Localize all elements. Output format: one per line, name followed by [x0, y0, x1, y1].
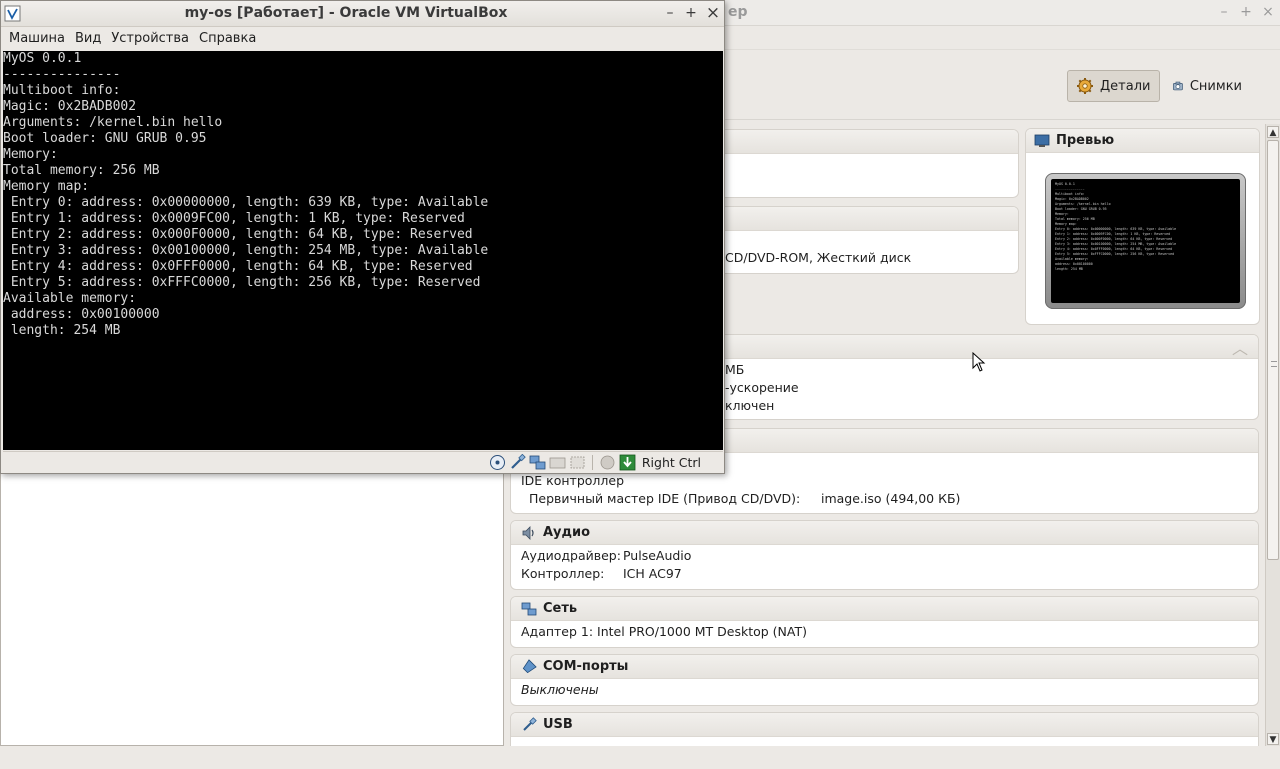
details-button-label: Детали: [1100, 78, 1151, 94]
audio-controller-value: ICH AC97: [622, 566, 682, 581]
console-line: MyOS 0.0.1: [3, 51, 82, 66]
console-line: address: 0x00100000: [3, 307, 160, 322]
console-line: Entry 5: address: 0xFFFC0000, length: 25…: [3, 275, 481, 290]
serial-ports-value: Выключены: [521, 682, 599, 697]
audio-driver-value: PulseAudio: [622, 548, 692, 563]
menu-machine[interactable]: Машина: [9, 31, 65, 46]
gear-icon: [1077, 78, 1093, 94]
serial-port-icon: [522, 658, 537, 673]
manager-close-button[interactable]: ×: [1259, 3, 1277, 21]
network-icon: [521, 602, 537, 615]
console-line: Memory map:: [3, 179, 90, 194]
collapse-icon[interactable]: ︿: [1232, 335, 1248, 359]
vm-console-display[interactable]: MyOS 0.0.1 --------------- Multiboot info:…: [3, 51, 723, 450]
display-remote: ключен: [725, 398, 775, 413]
manager-minimize-button[interactable]: –: [1215, 3, 1233, 21]
section-usb-header[interactable]: USB: [511, 713, 1258, 737]
console-line: Boot loader: GNU GRUB 0.95: [3, 131, 207, 146]
console-line: Multiboot info:: [3, 83, 121, 98]
section-serial-ports: COM-порты Выключены: [510, 654, 1259, 706]
console-line: ---------------: [3, 67, 121, 82]
section-network-title: Сеть: [543, 601, 578, 616]
menu-help[interactable]: Справка: [199, 31, 256, 46]
section-usb-title: USB: [543, 717, 573, 732]
vm-close-button[interactable]: ×: [704, 4, 722, 22]
usb-status-icon[interactable]: [509, 453, 526, 471]
vm-window: my-os [Работает] - Oracle VM VirtualBox …: [0, 0, 725, 474]
console-line: Entry 3: address: 0x00100000, length: 25…: [3, 243, 489, 258]
vm-window-title: my-os [Работает] - Oracle VM VirtualBox: [184, 5, 508, 21]
camera-icon: [1172, 81, 1183, 91]
details-button[interactable]: Детали: [1067, 70, 1160, 102]
scroll-up-arrow[interactable]: ▲: [1267, 126, 1279, 138]
preview-thumbnail: MyOS 0.0.1 --------------- Multiboot info:…: [1045, 173, 1246, 309]
scroll-grip: [1271, 361, 1277, 367]
preview-title: Превью: [1056, 133, 1115, 148]
console-line: Entry 0: address: 0x00000000, length: 63…: [3, 195, 489, 210]
console-line: Memory:: [3, 147, 58, 162]
display-video-memory: МБ: [725, 362, 745, 377]
speaker-icon: [522, 525, 534, 540]
manager-maximize-button[interactable]: +: [1237, 3, 1255, 21]
display-acceleration: -ускорение: [725, 380, 799, 395]
console-line: Available memory:: [3, 291, 137, 306]
monitor-icon: [1034, 134, 1050, 147]
vm-titlebar[interactable]: my-os [Работает] - Oracle VM VirtualBox …: [1, 1, 724, 27]
console-line: Entry 1: address: 0x0009FC00, length: 1 …: [3, 211, 465, 226]
audio-driver-key: Аудиодрайвер:: [521, 548, 621, 563]
network-adapter-1: Адаптер 1: Intel PRO/1000 MT Desktop (NA…: [521, 624, 807, 639]
snapshots-button[interactable]: Снимки: [1164, 70, 1250, 102]
vm-minimize-button[interactable]: –: [661, 4, 679, 22]
mouse-integration-icon[interactable]: [599, 454, 616, 471]
console-line: length: 254 MB: [3, 323, 121, 338]
preview-console-line: length: 254 MB: [1055, 267, 1083, 271]
snapshots-button-label: Снимки: [1189, 78, 1242, 94]
storage-device-value: image.iso (494,00 КБ): [820, 491, 961, 506]
details-scrollbar[interactable]: ▲ ▼: [1265, 124, 1280, 747]
optical-drive-icon[interactable]: [489, 454, 506, 471]
console-line: Total memory: 256 MB: [3, 163, 160, 178]
preview-header[interactable]: Превью: [1026, 129, 1259, 153]
system-boot-order: CD/DVD-ROM, Жесткий диск: [725, 250, 912, 265]
storage-device-key: Первичный мастер IDE (Привод CD/DVD):: [529, 491, 801, 506]
section-audio-header[interactable]: Аудио: [511, 521, 1258, 545]
preview-console: MyOS 0.0.1 --------------- Multiboot info:…: [1051, 179, 1240, 303]
vm-maximize-button[interactable]: +: [682, 4, 700, 22]
menu-view[interactable]: Вид: [75, 31, 101, 46]
vm-statusbar: Right Ctrl: [3, 451, 723, 472]
network-status-icon[interactable]: [529, 454, 546, 471]
mouse-cursor-icon: [972, 352, 986, 372]
shared-folder-icon[interactable]: [549, 454, 566, 471]
usb-icon: [523, 716, 537, 731]
section-usb: USB: [510, 712, 1259, 746]
host-key-label: Right Ctrl: [641, 454, 701, 470]
audio-controller-key: Контроллер:: [521, 566, 605, 581]
section-network-header[interactable]: Сеть: [511, 597, 1258, 621]
console-line: Entry 4: address: 0x0FFF0000, length: 64…: [3, 259, 473, 274]
section-audio: Аудио Аудиодрайвер: PulseAudio Контролле…: [510, 520, 1259, 590]
scroll-down-arrow[interactable]: ▼: [1267, 733, 1279, 745]
console-line: Entry 2: address: 0x000F0000, length: 64…: [3, 227, 473, 242]
section-serial-title: COM-порты: [543, 659, 629, 674]
vm-menubar: Машина Вид Устройства Справка: [1, 27, 724, 50]
desktop: ер – + × Детали Снимки CD/DVD-ROM, Жестк…: [0, 0, 1280, 769]
scroll-thumb[interactable]: [1267, 140, 1279, 560]
section-serial-header[interactable]: COM-порты: [511, 655, 1258, 679]
manager-bottom-strip: [0, 746, 1280, 769]
storage-controller: IDE контроллер: [521, 473, 625, 488]
video-capture-icon[interactable]: [569, 454, 586, 471]
preview-panel: Превью MyOS 0.0.1 --------------- Multiboo…: [1025, 128, 1260, 325]
host-key-arrow-icon[interactable]: [619, 454, 636, 471]
menu-devices[interactable]: Устройства: [111, 31, 189, 46]
section-audio-title: Аудио: [543, 525, 591, 540]
console-line: Arguments: /kernel.bin hello: [3, 115, 223, 130]
console-line: Magic: 0x2BADB002: [3, 99, 137, 114]
section-network: Сеть Адаптер 1: Intel PRO/1000 MT Deskto…: [510, 596, 1259, 648]
manager-title: ер: [728, 4, 748, 20]
statusbar-separator: [591, 454, 593, 470]
